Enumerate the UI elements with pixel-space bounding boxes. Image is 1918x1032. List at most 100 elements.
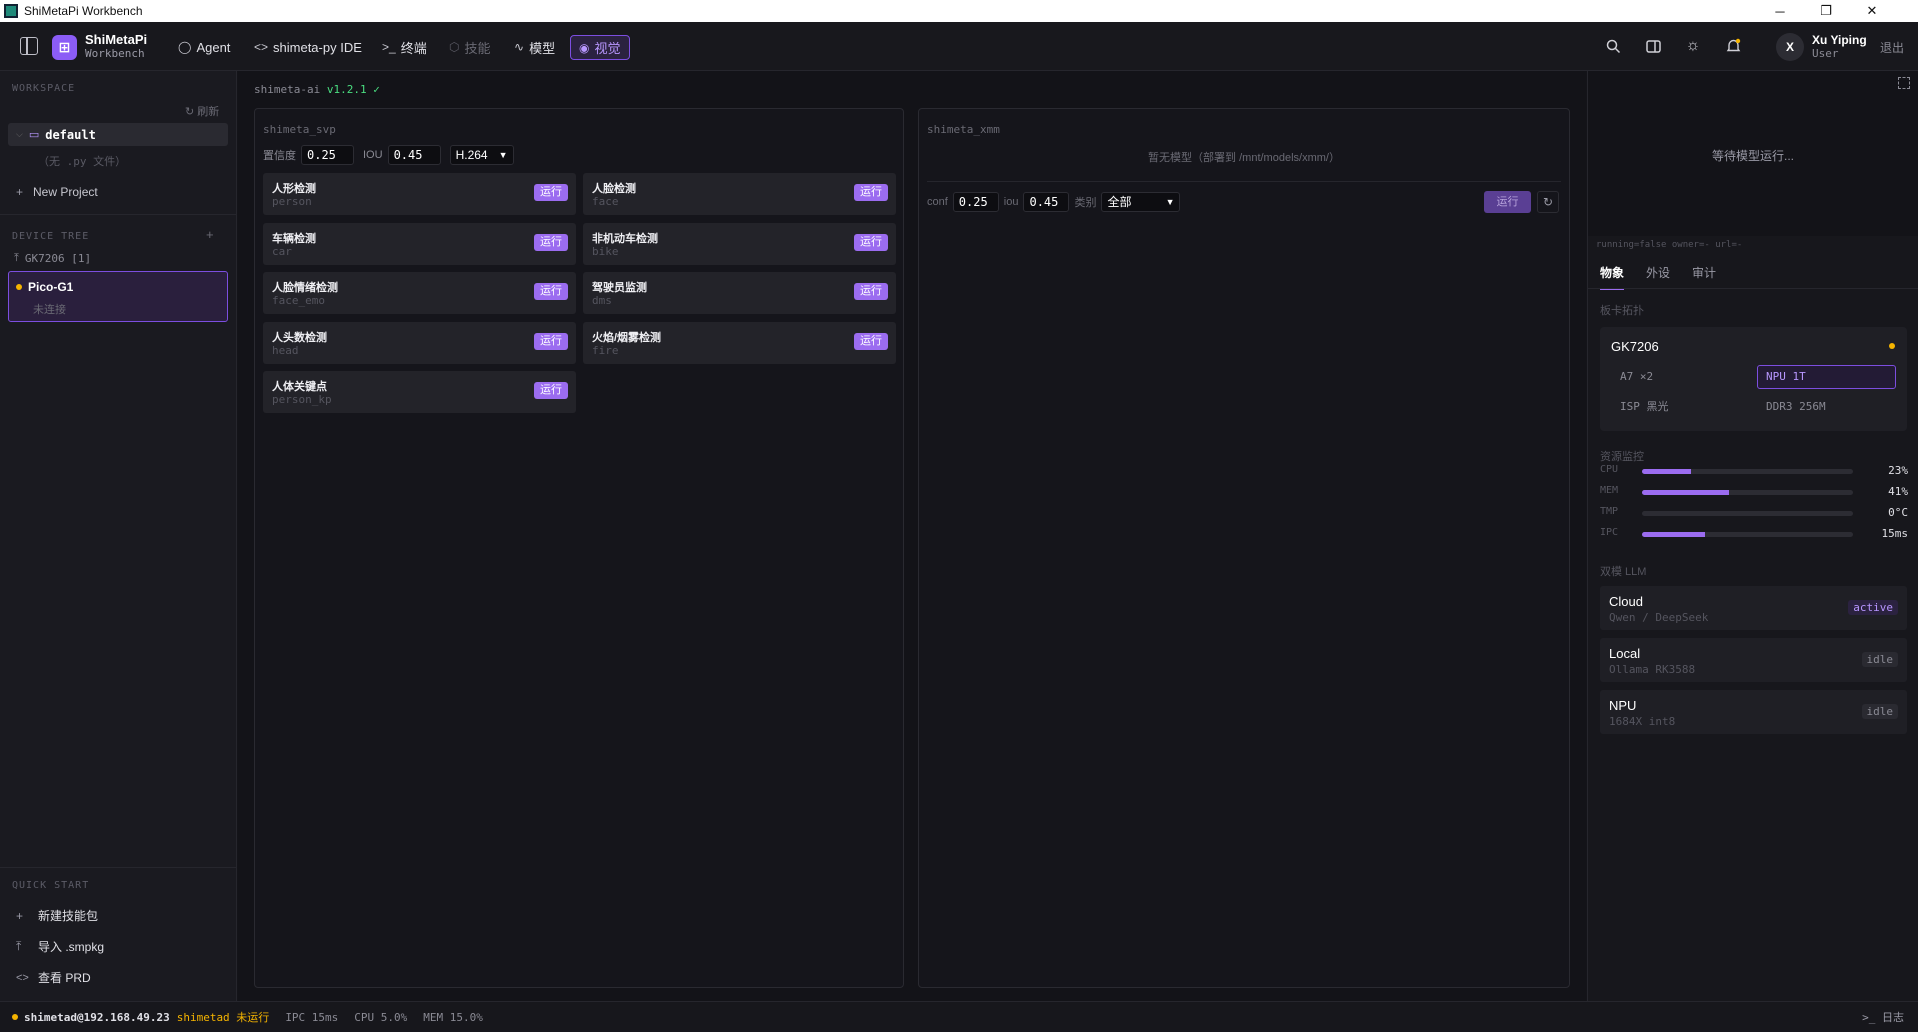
folder-default[interactable]: ⌵ ▭ default bbox=[8, 123, 228, 146]
add-device-button[interactable]: + bbox=[206, 227, 214, 242]
skill-card: 驾驶员监测 dms 运行 bbox=[583, 272, 896, 314]
chip-a7: A7 ×2 bbox=[1620, 370, 1654, 383]
llm-name: NPU bbox=[1609, 698, 1637, 713]
sidebar-toggle-icon[interactable] bbox=[20, 37, 38, 55]
chip-ddr: DDR3 256M bbox=[1766, 400, 1826, 413]
nav-skills[interactable]: ⬡ 技能 bbox=[449, 35, 491, 59]
user-name: Xu Yiping bbox=[1812, 33, 1867, 47]
codec-value: H.264 bbox=[455, 148, 488, 162]
code-icon: <> bbox=[16, 971, 29, 984]
logout-button[interactable]: 退出 bbox=[1880, 39, 1904, 56]
quick-label: 查看 PRD bbox=[38, 971, 91, 985]
brand-logo-icon: ⊞ bbox=[52, 34, 77, 60]
iou-input[interactable]: 0.45 bbox=[387, 145, 441, 165]
close-button[interactable]: ✕ bbox=[1849, 0, 1895, 22]
skill-card: 人头数检测 head 运行 bbox=[263, 321, 576, 364]
tab-audit[interactable]: 审计 bbox=[1692, 264, 1716, 290]
nav-terminal[interactable]: >_ 终端 bbox=[382, 35, 427, 59]
xmm-run-button[interactable]: 运行 bbox=[1484, 191, 1531, 213]
nav-label: 技能 bbox=[464, 40, 491, 56]
quick-prd[interactable]: <> 查看 PRD bbox=[16, 969, 91, 986]
llm-item[interactable]: Local Ollama RK3588 idle bbox=[1600, 638, 1907, 682]
plus-icon: + bbox=[16, 185, 24, 199]
service-status: shimetad 未运行 bbox=[176, 1011, 270, 1024]
svp-title: shimeta_svp bbox=[263, 123, 336, 136]
device-group-label: GK7206 [1] bbox=[24, 251, 92, 265]
tab-objects[interactable]: 物象 bbox=[1600, 264, 1625, 290]
xmm-title: shimeta_xmm bbox=[927, 123, 1000, 136]
brand: ⊞ ShiMetaPi Workbench bbox=[52, 33, 147, 61]
llm-sub: Qwen / DeepSeek bbox=[1609, 611, 1709, 624]
version-badge: v1.2.1 ✓ bbox=[326, 83, 380, 96]
xmm-conf-input[interactable]: 0.25 bbox=[952, 192, 999, 212]
upload-icon: ⤒ bbox=[14, 251, 19, 264]
nav-ide[interactable]: <> shimeta-py IDE bbox=[254, 35, 362, 59]
xmm-iou-input[interactable]: 0.45 bbox=[1023, 192, 1070, 212]
run-button[interactable]: 运行 bbox=[534, 332, 568, 350]
resource-label: TMP bbox=[1600, 506, 1619, 517]
resource-bar-fill bbox=[1642, 532, 1706, 537]
skill-card: 非机动车检测 bike 运行 bbox=[583, 222, 896, 265]
status-dot bbox=[1889, 343, 1895, 349]
chip-isp: ISP 黑光 bbox=[1620, 400, 1669, 413]
run-button[interactable]: 运行 bbox=[534, 382, 568, 399]
new-project-button[interactable]: + New Project bbox=[16, 185, 98, 199]
codec-select[interactable]: H.264 ▼ bbox=[449, 145, 514, 165]
skill-name: 火焰/烟雾检测 bbox=[592, 331, 662, 344]
run-button[interactable]: 运行 bbox=[854, 233, 888, 251]
llm-sub: Ollama RK3588 bbox=[1609, 663, 1696, 676]
refresh-button[interactable]: ↻ 刷新 bbox=[185, 103, 219, 119]
upload-icon: ⤒ bbox=[16, 939, 22, 953]
minimize-button[interactable]: ─ bbox=[1757, 0, 1803, 22]
llm-item[interactable]: NPU 1684X int8 idle bbox=[1600, 690, 1907, 734]
device-tree-header: DEVICE TREE bbox=[12, 231, 90, 242]
conf-input[interactable]: 0.25 bbox=[301, 145, 354, 165]
theme-sun-icon[interactable]: ☼ bbox=[1683, 36, 1703, 56]
quick-label: 导入 .smpkg bbox=[38, 940, 105, 954]
run-button[interactable]: 运行 bbox=[854, 283, 888, 300]
brand-title: ShiMetaPi bbox=[85, 32, 148, 47]
run-button[interactable]: 运行 bbox=[854, 184, 888, 201]
nav-models[interactable]: ∿ 模型 bbox=[514, 35, 555, 59]
nav-agent[interactable]: ◯ Agent bbox=[178, 35, 230, 59]
top-navbar: ⊞ ShiMetaPi Workbench ◯ Agent <> shimeta-py… bbox=[0, 22, 1918, 71]
panel-toggle-icon[interactable] bbox=[1643, 36, 1663, 56]
refresh-icon[interactable]: ↻ bbox=[1537, 191, 1559, 213]
brand-subtitle: Workbench bbox=[85, 47, 145, 60]
svp-panel: shimeta_svp 置信度 0.25 IOU 0.45 H.264 ▼ 人形检… bbox=[254, 108, 904, 988]
run-button[interactable]: 运行 bbox=[534, 233, 568, 251]
run-button[interactable]: 运行 bbox=[534, 283, 568, 300]
resource-bar-fill bbox=[1642, 490, 1729, 495]
fullscreen-icon[interactable] bbox=[1898, 77, 1910, 89]
version-line: shimeta-ai v1.2.1 ✓ bbox=[254, 83, 380, 96]
run-button[interactable]: 运行 bbox=[854, 332, 888, 350]
skill-key: face_emo bbox=[272, 294, 325, 307]
log-toggle-button[interactable]: >_ 日志 bbox=[1862, 1009, 1904, 1025]
nav-vision[interactable]: ◉ 视觉 bbox=[570, 35, 630, 60]
quick-import[interactable]: ⤒ 导入 .smpkg bbox=[16, 938, 104, 955]
run-button[interactable]: 运行 bbox=[534, 184, 568, 201]
class-select[interactable]: 全部 ▼ bbox=[1101, 192, 1181, 212]
search-icon[interactable] bbox=[1603, 36, 1623, 56]
status-bar: shimetad@192.168.49.23 shimetad 未运行 IPC … bbox=[0, 1001, 1918, 1032]
xmm-iou-label: iou bbox=[1003, 196, 1019, 208]
resource-value: 41% bbox=[1888, 485, 1908, 498]
avatar[interactable]: X bbox=[1776, 33, 1804, 61]
tab-peripherals[interactable]: 外设 bbox=[1646, 264, 1670, 290]
maximize-button[interactable]: ❐ bbox=[1803, 0, 1849, 22]
llm-item[interactable]: Cloud Qwen / DeepSeek active bbox=[1600, 586, 1907, 630]
refresh-icon: ↻ bbox=[185, 106, 195, 118]
skill-name: 车辆检测 bbox=[272, 232, 316, 245]
skill-key: bike bbox=[592, 244, 619, 258]
device-group[interactable]: ⤒ GK7206 [1] bbox=[14, 251, 91, 265]
skill-name: 人头数检测 bbox=[272, 331, 327, 344]
bell-icon[interactable] bbox=[1723, 36, 1743, 56]
skill-key: car bbox=[272, 244, 292, 258]
llm-name: Local bbox=[1609, 646, 1641, 661]
skill-card: 人形检测 person 运行 bbox=[263, 173, 576, 215]
device-item-pico[interactable]: Pico-G1 未连接 bbox=[8, 271, 228, 322]
llm-state-badge: active bbox=[1848, 600, 1898, 615]
resource-label: IPC bbox=[1600, 527, 1619, 538]
quick-new-skill[interactable]: + 新建技能包 bbox=[16, 907, 98, 924]
device-status: 未连接 bbox=[33, 304, 66, 316]
